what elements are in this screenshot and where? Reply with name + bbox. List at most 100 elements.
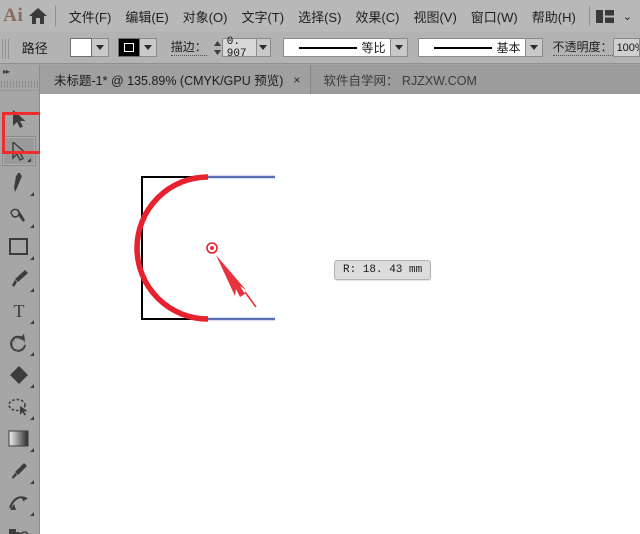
chevron-down-icon — [394, 45, 403, 50]
rotate-tool-icon — [10, 334, 26, 352]
selection-tool[interactable] — [0, 103, 38, 135]
tools-panel-grip[interactable] — [0, 78, 39, 91]
chevron-down-icon[interactable]: ⌄ — [623, 10, 632, 23]
menu-item-type[interactable]: 文字(T) — [234, 3, 291, 30]
pen-tool-icon — [13, 173, 22, 192]
home-icon[interactable] — [27, 0, 50, 32]
menu-item-select[interactable]: 选择(S) — [291, 3, 348, 30]
tool-group-corner-indicator — [30, 256, 34, 260]
stroke-profile-group: 等比 — [282, 38, 408, 57]
gradient-tool-icon — [8, 430, 29, 447]
selected-object-type: 路径 — [21, 41, 48, 56]
tool-group-corner-indicator — [30, 224, 34, 228]
tool-group-corner-indicator — [30, 480, 34, 484]
home-icon-glyph — [28, 8, 47, 24]
menu-item-effect[interactable]: 效果(C) — [348, 3, 406, 30]
paintbrush-tool-icon — [12, 270, 28, 287]
tool-group-corner-indicator — [27, 158, 31, 162]
shape-builder-tool[interactable] — [0, 359, 38, 391]
menu-item-help[interactable]: 帮助(H) — [525, 3, 583, 30]
brush-definition-label: 基本 — [496, 41, 521, 55]
menu-item-view[interactable]: 视图(V) — [406, 3, 463, 30]
measurement-tooltip: R: 18. 43 mm — [334, 260, 432, 280]
chevron-down-icon — [259, 45, 268, 50]
stroke-weight-stepper[interactable] — [213, 38, 222, 57]
menu-item-edit[interactable]: 编辑(E) — [118, 3, 175, 30]
document-tab-untitled-1[interactable]: 未标题-1* @ 135.89% (CMYK/GPU 预览) × — [40, 65, 312, 94]
illustrator-window: Ai 文件(F) 编辑(E) 对象(O) 文字(T) 选择(S) 效果(C) 视… — [0, 0, 640, 534]
chevron-down-icon — [529, 45, 538, 50]
rounded-corner-arc — [134, 174, 209, 322]
direct-selection-tool-icon — [11, 141, 27, 161]
stroke-color-swatch[interactable] — [117, 38, 140, 57]
stroke-weight-label[interactable]: 描边： — [170, 40, 207, 56]
type-tool-icon: T — [14, 302, 25, 320]
curvature-tool-icon — [10, 208, 25, 222]
center-point-marker — [206, 242, 218, 254]
blend-tool[interactable] — [0, 487, 38, 519]
chevron-down-icon — [143, 45, 152, 50]
opacity-input[interactable]: 100% — [612, 38, 640, 57]
fill-swatch-dropdown[interactable] — [91, 38, 109, 57]
brush-definition-dropdown[interactable] — [525, 38, 543, 57]
pen-tool[interactable] — [0, 167, 38, 199]
stroke-swatch-inner — [123, 43, 134, 52]
arrange-documents-glyph — [595, 9, 614, 23]
document-canvas[interactable]: R: 18. 43 mm — [40, 94, 640, 534]
menu-bar-right: ⌄ — [583, 6, 640, 26]
tools-panel: ▸▸ T — [0, 65, 40, 534]
menu-items: 文件(F) 编辑(E) 对象(O) 文字(T) 选择(S) 效果(C) 视图(V… — [62, 3, 583, 30]
arrow-annotation — [216, 255, 257, 308]
menu-item-file[interactable]: 文件(F) — [62, 3, 119, 30]
symbol-sprayer-tool-icon — [9, 529, 29, 534]
tool-group-corner-indicator — [30, 384, 34, 388]
tool-group-corner-indicator — [30, 320, 34, 324]
menu-bar: Ai 文件(F) 编辑(E) 对象(O) 文字(T) 选择(S) 效果(C) 视… — [0, 0, 640, 32]
menu-item-object[interactable]: 对象(O) — [176, 3, 235, 30]
opacity-label[interactable]: 不透明度： — [552, 40, 613, 56]
stroke-weight-input[interactable]: 0. 907 — [221, 36, 258, 60]
curvature-tool[interactable] — [0, 199, 38, 231]
arrange-documents-icon[interactable] — [595, 9, 614, 23]
blend-tool-icon — [9, 496, 28, 510]
rectangle-tool-icon — [9, 238, 28, 255]
eyedropper-tool-icon — [12, 463, 27, 479]
gradient-tool[interactable] — [0, 423, 38, 455]
menu-divider-right — [588, 6, 590, 26]
chevron-down-icon — [95, 45, 104, 50]
app-logo: Ai — [3, 5, 24, 26]
brush-definition-combo[interactable]: 基本 — [417, 38, 526, 57]
close-icon[interactable]: × — [293, 74, 300, 86]
menu-item-window[interactable]: 窗口(W) — [464, 3, 525, 30]
rotate-tool[interactable] — [0, 327, 38, 359]
tools-panel-collapse-button[interactable]: ▸▸ — [0, 65, 39, 78]
paintbrush-tool[interactable] — [0, 263, 38, 295]
shape-rect-black-edges — [141, 176, 275, 320]
lasso-tool-icon — [8, 398, 28, 416]
stroke-swatch-group — [117, 38, 157, 57]
tool-group-corner-indicator — [30, 416, 34, 420]
fill-color-swatch[interactable] — [69, 38, 92, 57]
control-bar-grip[interactable] — [2, 36, 10, 59]
stroke-profile-combo[interactable]: 等比 — [282, 38, 391, 57]
selection-tool-icon — [12, 109, 25, 128]
lasso-tool[interactable] — [0, 391, 38, 423]
type-tool[interactable]: T — [0, 295, 38, 327]
stroke-swatch-dropdown[interactable] — [139, 38, 157, 57]
fill-swatch-group — [69, 38, 109, 57]
stroke-profile-dropdown[interactable] — [390, 38, 408, 57]
symbol-sprayer-tool[interactable] — [0, 519, 38, 534]
brush-definition-preview — [433, 46, 492, 49]
stroke-weight-dropdown[interactable] — [257, 38, 271, 57]
eyedropper-tool[interactable] — [0, 455, 38, 487]
menu-divider — [55, 6, 56, 26]
shape-builder-tool-icon — [10, 366, 28, 384]
tool-group-corner-indicator — [30, 448, 34, 452]
document-tab-title: 未标题-1* @ 135.89% (CMYK/GPU 预览) — [54, 74, 284, 88]
rectangle-tool[interactable] — [0, 231, 38, 263]
artwork-svg — [134, 174, 275, 322]
direct-selection-tool[interactable] — [2, 136, 36, 166]
control-bar: 路径 描边： 0. 907 等比 基本 不透明度： 100 — [0, 32, 640, 64]
watermark-text: 软件自学网： RJZXW.COM — [311, 65, 640, 94]
svg-text:T: T — [14, 302, 25, 320]
